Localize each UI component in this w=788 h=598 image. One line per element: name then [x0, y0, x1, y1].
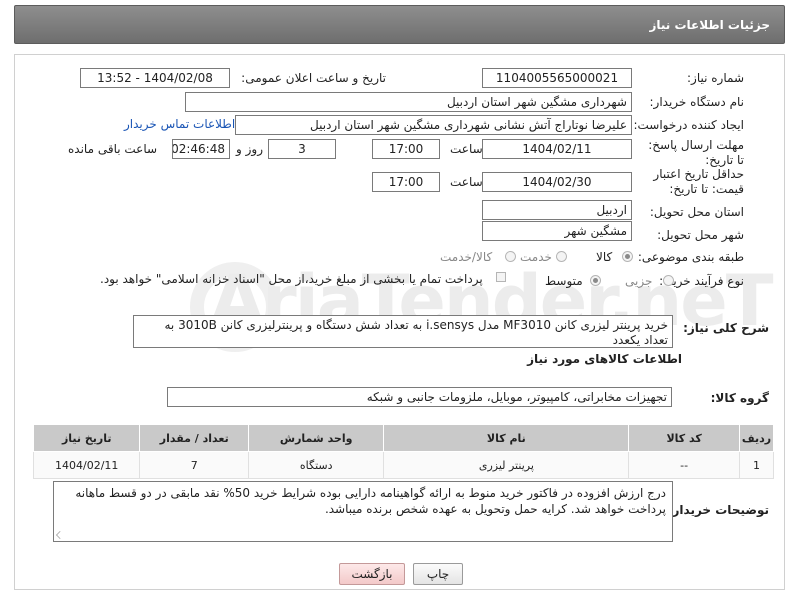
- process-option-minor: جزیی: [625, 274, 653, 288]
- category-option-goods-service: کالا/خدمت: [440, 250, 493, 264]
- deadline-time-field: 17:00: [372, 139, 440, 159]
- category-radio-goods-service[interactable]: [505, 251, 516, 262]
- deadline-label: مهلت ارسال پاسخ: تا تاریخ:: [648, 138, 744, 167]
- cell-quantity: 7: [139, 451, 249, 479]
- buyer-notes-field: درج ارزش افزوده در فاکتور خرید منوط به ا…: [53, 481, 673, 542]
- treasury-payment-note: پرداخت تمام یا بخشی از مبلغ خرید،از محل …: [100, 272, 483, 286]
- back-button[interactable]: بازگشت: [339, 563, 405, 585]
- requester-label: ایجاد کننده درخواست:: [633, 118, 744, 132]
- print-button[interactable]: چاپ: [413, 563, 463, 585]
- page-title: جزئیات اطلاعات نیاز: [649, 18, 770, 32]
- cell-name: پرینتر لیزری: [383, 451, 630, 479]
- goods-info-title: اطلاعات کالاهای مورد نیاز: [527, 352, 682, 366]
- cell-unit: دستگاه: [247, 451, 385, 479]
- buyer-notes-label: توضیحات خریدار:: [667, 503, 769, 517]
- process-option-medium: متوسط: [545, 274, 583, 288]
- delivery-province-label: استان محل تحویل:: [649, 205, 744, 219]
- deadline-days-field: 3: [268, 139, 336, 159]
- deadline-days-label: روز و: [236, 142, 263, 156]
- category-radio-service[interactable]: [556, 251, 567, 262]
- process-radio-minor[interactable]: [663, 275, 674, 286]
- page-header: جزئیات اطلاعات نیاز: [14, 5, 785, 44]
- buyer-contact-link[interactable]: اطلاعات تماس خریدار: [124, 117, 235, 131]
- announce-datetime-label: تاریخ و ساعت اعلان عمومی:: [241, 71, 386, 85]
- remaining-time-label: ساعت باقی مانده: [68, 142, 158, 156]
- col-date: تاریخ نیاز: [32, 424, 141, 452]
- col-row: ردیف: [738, 424, 775, 452]
- cell-code: --: [628, 451, 740, 479]
- goods-group-field: تجهیزات مخابراتی، کامپیوتر، موبایل، ملزو…: [167, 387, 672, 407]
- category-option-goods: کالا: [596, 250, 613, 264]
- price-validity-time-label: ساعت: [450, 175, 483, 189]
- delivery-city-field: مشگین شهر: [482, 221, 632, 241]
- cell-date: 1404/02/11: [32, 451, 141, 479]
- treasury-payment-checkbox[interactable]: [496, 272, 506, 282]
- goods-group-label: گروه کالا:: [710, 391, 769, 405]
- category-radio-goods[interactable]: [622, 251, 633, 262]
- category-label: طبقه بندی موضوعی:: [637, 250, 744, 264]
- resize-grip-icon[interactable]: [56, 531, 64, 539]
- general-description-label: شرح کلی نیاز:: [683, 321, 769, 335]
- buyer-notes-text: درج ارزش افزوده در فاکتور خرید منوط به ا…: [75, 486, 666, 516]
- price-validity-date-field: 1404/02/30: [482, 172, 632, 192]
- requester-field: علیرضا نوتاراج آتش نشانی شهرداری مشگین ش…: [235, 115, 632, 135]
- category-option-service: خدمت: [520, 250, 552, 264]
- price-validity-label: حداقل تاریخ اعتبار قیمت: تا تاریخ:: [653, 167, 744, 196]
- buyer-org-label: نام دستگاه خریدار:: [649, 95, 745, 109]
- items-table-header: ردیف کد کالا نام کالا واحد شمارش تعداد /…: [32, 424, 775, 452]
- items-table: ردیف کد کالا نام کالا واحد شمارش تعداد /…: [32, 424, 775, 479]
- deadline-date-field: 1404/02/11: [482, 139, 632, 159]
- general-description-field: خرید پرینتر لیزری کانن MF3010 مدل i.sens…: [133, 315, 673, 348]
- col-name: نام کالا: [383, 424, 630, 452]
- col-unit: واحد شمارش: [247, 424, 385, 452]
- delivery-province-field: اردبیل: [482, 200, 632, 220]
- table-row: 1 -- پرینتر لیزری دستگاه 7 1404/02/11: [32, 451, 775, 479]
- announce-datetime-field: 1404/02/08 - 13:52: [80, 68, 230, 88]
- cell-row: 1: [738, 451, 775, 479]
- remaining-time-field: 02:46:48: [172, 139, 230, 159]
- process-radio-medium[interactable]: [590, 275, 601, 286]
- need-number-field: 1104005565000021: [482, 68, 632, 88]
- buyer-org-field: شهرداری مشگین شهر استان اردبیل: [185, 92, 632, 112]
- need-number-label: شماره نیاز:: [687, 71, 744, 85]
- col-quantity: تعداد / مقدار: [139, 424, 249, 452]
- delivery-city-label: شهر محل تحویل:: [657, 228, 744, 242]
- price-validity-time-field: 17:00: [372, 172, 440, 192]
- col-code: کد کالا: [628, 424, 740, 452]
- deadline-time-label: ساعت: [450, 142, 483, 156]
